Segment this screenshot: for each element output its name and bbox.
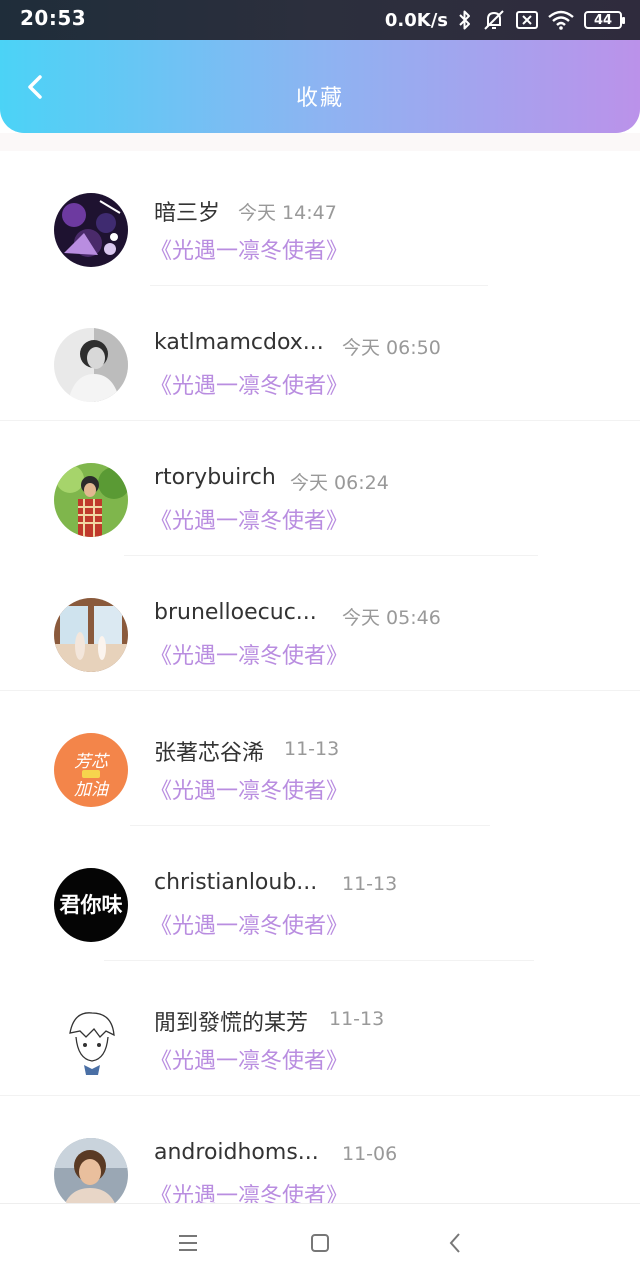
avatar-badge-text: 芳芯 <box>74 752 110 772</box>
post-time: 11-13 <box>342 873 398 895</box>
user-name: katlmamcdox... <box>154 330 324 355</box>
list-item[interactable]: 君你味 christianloub... 11-13 《光遇一凛冬使者》 <box>0 826 640 961</box>
menu-button[interactable] <box>173 1228 203 1258</box>
battery-icon: 44 <box>584 11 625 29</box>
avatar[interactable] <box>54 193 128 267</box>
home-icon <box>311 1234 329 1252</box>
list-item[interactable]: rtorybuirch 今天 06:24 《光遇一凛冬使者》 <box>0 421 640 556</box>
post-time: 今天 06:50 <box>342 337 441 359</box>
system-navigation-bar <box>0 1203 640 1280</box>
network-speed: 0.0K/s <box>384 9 448 31</box>
status-bar: 20:53 0.0K/s 44 <box>0 0 640 40</box>
post-title[interactable]: 《光遇一凛冬使者》 <box>150 1043 348 1075</box>
list-item[interactable]: katlmamcdox... 今天 06:50 《光遇一凛冬使者》 <box>0 286 640 421</box>
page-title: 收藏 <box>295 86 344 111</box>
list-item[interactable]: 暗三岁 今天 14:47 《光遇一凛冬使者》 <box>0 151 640 286</box>
header-bar: 收藏 <box>0 40 640 133</box>
notifications-muted-icon <box>482 8 506 32</box>
post-time: 11-06 <box>342 1143 398 1165</box>
home-button[interactable] <box>305 1228 335 1258</box>
status-icons: 0.0K/s 44 <box>384 6 625 34</box>
status-time: 20:53 <box>20 6 87 30</box>
avatar[interactable] <box>54 463 128 537</box>
wifi-icon <box>548 10 574 30</box>
user-name: brunelloecuc... <box>154 600 317 625</box>
user-name: christianloub... <box>154 870 318 895</box>
nav-back-button[interactable] <box>440 1228 470 1258</box>
list-item[interactable]: 芳芯 加油 张著芯谷浠 11-13 《光遇一凛冬使者》 <box>0 691 640 826</box>
user-name: rtorybuirch <box>154 465 276 490</box>
user-name: 暗三岁 <box>154 201 221 226</box>
avatar[interactable] <box>54 328 128 402</box>
svg-text:君你味: 君你味 <box>60 893 123 917</box>
favorites-list: 暗三岁 今天 14:47 《光遇一凛冬使者》 katlmamcdox... 今天… <box>0 151 640 1231</box>
menu-icon <box>179 1235 197 1251</box>
post-title[interactable]: 《光遇一凛冬使者》 <box>150 368 348 400</box>
list-item[interactable]: 閒到發慌的某芳 11-13 《光遇一凛冬使者》 <box>0 961 640 1096</box>
avatar[interactable]: 君你味 <box>54 868 128 942</box>
user-name: 张著芯谷浠 <box>154 741 265 766</box>
post-time: 今天 05:46 <box>342 607 441 629</box>
no-sim-icon <box>516 11 538 29</box>
avatar[interactable] <box>54 598 128 672</box>
svg-text:加油: 加油 <box>74 780 110 800</box>
post-title[interactable]: 《光遇一凛冬使者》 <box>150 638 348 670</box>
back-arrow-icon <box>449 1233 460 1253</box>
post-time: 今天 14:47 <box>238 202 337 224</box>
post-title[interactable]: 《光遇一凛冬使者》 <box>150 908 348 940</box>
post-time: 今天 06:24 <box>290 472 389 494</box>
bluetooth-icon <box>458 9 472 31</box>
avatar[interactable] <box>54 1003 128 1077</box>
user-name: 閒到發慌的某芳 <box>154 1011 309 1036</box>
post-time: 11-13 <box>284 738 340 760</box>
header-spacer <box>0 133 640 151</box>
favorites-screen: 20:53 0.0K/s 44 收藏 暗三岁 今天 14:47 《光遇一凛冬使者… <box>0 0 640 1280</box>
post-title[interactable]: 《光遇一凛冬使者》 <box>150 233 348 265</box>
avatar[interactable] <box>54 1138 128 1212</box>
post-title[interactable]: 《光遇一凛冬使者》 <box>150 773 348 805</box>
user-name: androidhoms... <box>154 1140 319 1165</box>
avatar[interactable]: 芳芯 加油 <box>54 733 128 807</box>
post-time: 11-13 <box>329 1008 385 1030</box>
list-item[interactable]: brunelloecuc... 今天 05:46 《光遇一凛冬使者》 <box>0 556 640 691</box>
post-title[interactable]: 《光遇一凛冬使者》 <box>150 503 348 535</box>
